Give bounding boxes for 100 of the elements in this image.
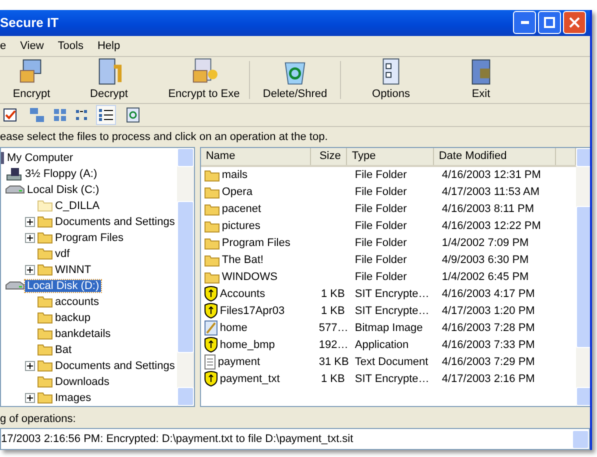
tree-item[interactable]: Local Disk (D:) [25, 280, 102, 292]
file-name[interactable]: Accounts [200, 286, 314, 302]
table-cell-text: File Folder [354, 186, 408, 198]
scrollbar[interactable] [176, 148, 194, 406]
tree-item[interactable]: Images [53, 392, 94, 404]
expand-box[interactable] [25, 264, 35, 275]
file-name[interactable]: payment [200, 354, 314, 370]
maximize-button[interactable] [538, 11, 561, 34]
folder-icon [37, 311, 53, 324]
table-cell-text: 31 KB [318, 356, 350, 368]
shield-icon [204, 303, 218, 320]
minimize-button[interactable] [513, 11, 536, 34]
tree-item[interactable]: Documents and Settings [53, 360, 177, 372]
folder-icon [37, 359, 53, 372]
toolbar-button[interactable]: Encrypt [4, 56, 59, 103]
tree-item[interactable]: Documents and Settings [53, 216, 177, 228]
tree-item[interactable]: bankdetails [53, 328, 113, 340]
floppy-drive-icon [5, 166, 23, 181]
table-cell-text: 4/16/2003 7:29 PM [440, 356, 536, 368]
table-cell-text: 1/4/2002 6:45 PM [440, 271, 530, 284]
expand-box[interactable] [25, 360, 35, 371]
tree-item[interactable]: My Computer [5, 152, 76, 164]
tree-item[interactable]: Downloads [53, 376, 112, 388]
file-name[interactable]: Opera [200, 186, 314, 199]
shield-icon [204, 337, 218, 354]
file-name[interactable]: Program Files [200, 236, 314, 250]
table-cell-text: 192… [318, 339, 350, 352]
table-cell-text: 1 KB [320, 305, 346, 318]
table-cell-text: 4/17/2003 2:16 PM [440, 373, 536, 386]
file-name[interactable]: home [200, 320, 314, 336]
folder-icon [37, 375, 53, 388]
column-header[interactable]: Date Modified [434, 148, 556, 165]
folder-icon [204, 254, 220, 267]
log-entry: 17/2003 2:16:56 PM: Encrypted: D:\payment.txt to file D:\payment_txt.sit [1, 433, 354, 446]
toolbar-button[interactable]: Decrypt [59, 56, 159, 103]
toolbar-button[interactable]: Delete/Shred [250, 56, 340, 103]
expand-box[interactable] [25, 232, 35, 243]
column-header[interactable]: Name [200, 148, 311, 165]
menu-item[interactable]: e [0, 40, 6, 52]
table-cell-text: SIT Encrypte… [354, 288, 430, 300]
file-name[interactable]: The Bat! [200, 254, 314, 267]
tree-item[interactable]: C_DILLA [53, 200, 102, 212]
folder-icon [204, 270, 220, 284]
view-button[interactable] [96, 104, 116, 125]
folder-icon [37, 391, 53, 404]
tree-item[interactable]: Program Files [53, 232, 126, 244]
file-name[interactable]: payment_txt [200, 371, 314, 388]
menu-item[interactable]: Tools [58, 40, 84, 52]
folder-icon [204, 202, 220, 216]
tree-item[interactable]: accounts [53, 296, 102, 308]
toolbar-button[interactable]: Exit [441, 56, 521, 103]
table-cell-text: 4/17/2003 1:20 PM [440, 305, 536, 318]
folder-icon [37, 231, 53, 244]
details-view-icon [98, 106, 114, 123]
toolbar-button[interactable]: Encrypt to Exe [159, 56, 249, 103]
table-cell-text: File Folder [354, 203, 408, 216]
menu-item[interactable]: Help [97, 40, 120, 52]
drive-icon [5, 280, 25, 291]
tree-item[interactable]: Bat [53, 344, 74, 356]
table-cell-text: 4/16/2003 12:31 PM [440, 169, 542, 182]
scrollbar[interactable] [576, 148, 590, 406]
toolbar-button[interactable]: Options [341, 56, 441, 103]
column-header[interactable]: Size [310, 148, 347, 165]
file-name[interactable]: WINDOWS [200, 270, 314, 284]
instruction-text: ease select the files to process and click on an operation at the top. [0, 130, 329, 145]
menu-item[interactable]: View [20, 40, 44, 52]
column-header[interactable]: Type [346, 148, 434, 165]
table-cell-text: SIT Encrypte… [354, 373, 430, 386]
refresh-view-icon [125, 106, 141, 123]
folder-icon [37, 199, 53, 212]
expand-box[interactable] [25, 216, 35, 227]
expand-box[interactable] [25, 392, 35, 403]
table-cell-text: File Folder [354, 254, 408, 266]
image-file-icon [204, 320, 218, 336]
shield-icon [204, 286, 218, 302]
file-name[interactable]: pacenet [200, 202, 314, 216]
file-name[interactable]: home_bmp [200, 337, 314, 354]
file-name[interactable]: Files17Apr03 [200, 303, 314, 320]
folder-icon [37, 327, 53, 340]
folder-icon [37, 215, 53, 228]
table-cell-text: SIT Encrypte… [354, 305, 430, 318]
tree-item[interactable]: vdf [53, 248, 72, 260]
tree-item[interactable]: Local Disk (C:) [25, 184, 102, 196]
table-cell-text: 1 KB [320, 288, 346, 300]
folder-icon [204, 236, 220, 250]
file-name[interactable]: mails [200, 168, 314, 182]
close-button[interactable] [563, 11, 586, 34]
tree-item[interactable]: 3½ Floppy (A:) [23, 168, 100, 180]
table-cell-text: 1/4/2002 7:09 PM [440, 237, 530, 250]
folder-icon [37, 295, 53, 308]
tree-item[interactable]: backup [53, 312, 92, 324]
table-cell-text: 1 KB [320, 373, 346, 386]
table-cell-text: File Folder [354, 237, 408, 250]
table-cell-text: File Folder [354, 220, 408, 232]
tree-item[interactable]: WINNT [53, 264, 94, 276]
folder-icon [204, 220, 220, 233]
folder-icon [204, 186, 220, 199]
shield-icon [204, 371, 218, 388]
file-name[interactable]: pictures [200, 220, 314, 233]
folder-icon [37, 247, 53, 260]
